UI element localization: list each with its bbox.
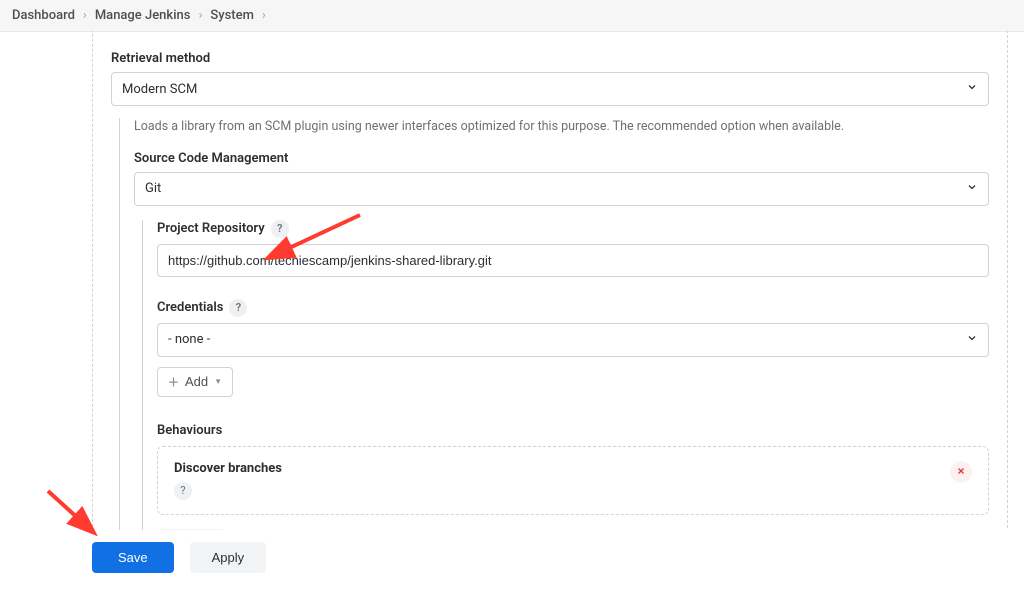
retrieval-method-body: Loads a library from an SCM plugin using… [119,118,989,571]
chevron-down-icon [966,332,978,348]
save-button[interactable]: Save [92,542,174,573]
project-repository-input[interactable] [157,244,989,277]
crumb-manage-jenkins[interactable]: Manage Jenkins [95,8,191,23]
behaviours-label: Behaviours [157,423,989,438]
behaviour-item: Discover branches ? [157,446,989,515]
project-repository-label-text: Project Repository [157,221,265,236]
close-icon [956,465,966,479]
git-scm-body: Project Repository ? Credentials ? - non… [142,220,989,571]
help-icon[interactable]: ? [174,482,192,500]
delete-behaviour-button[interactable] [950,461,972,483]
chevron-right-icon: › [262,8,266,23]
scm-select[interactable]: Git [134,172,989,206]
help-icon[interactable]: ? [271,220,289,238]
credentials-value: - none - [168,332,210,347]
apply-button[interactable]: Apply [190,542,267,573]
chevron-right-icon: › [83,8,87,23]
bottom-action-bar: Save Apply [0,530,1024,589]
credentials-select[interactable]: - none - [157,323,989,357]
crumb-dashboard[interactable]: Dashboard [12,8,75,23]
add-credentials-button[interactable]: ＋ Add ▼ [157,367,233,397]
add-credentials-label: Add [185,374,208,389]
chevron-down-icon [966,81,978,97]
crumb-system[interactable]: System [210,8,254,23]
retrieval-method-label: Retrieval method [111,51,989,66]
help-icon[interactable]: ? [229,299,247,317]
behaviour-title: Discover branches [174,461,282,476]
chevron-down-icon [966,181,978,197]
scm-label: Source Code Management [134,151,989,166]
retrieval-hint-text: Loads a library from an SCM plugin using… [134,118,989,137]
retrieval-method-select[interactable]: Modern SCM [111,72,989,106]
retrieval-method-value: Modern SCM [122,82,197,97]
plus-icon: ＋ [168,374,179,390]
breadcrumb: Dashboard › Manage Jenkins › System › [0,0,1024,32]
chevron-right-icon: › [198,8,202,23]
library-config-section: Retrieval method Modern SCM Loads a libr… [92,31,1008,583]
credentials-label-text: Credentials [157,300,223,315]
credentials-label: Credentials ? [157,299,989,317]
project-repository-label: Project Repository ? [157,220,989,238]
scm-value: Git [145,181,161,196]
caret-down-icon: ▼ [214,377,222,386]
